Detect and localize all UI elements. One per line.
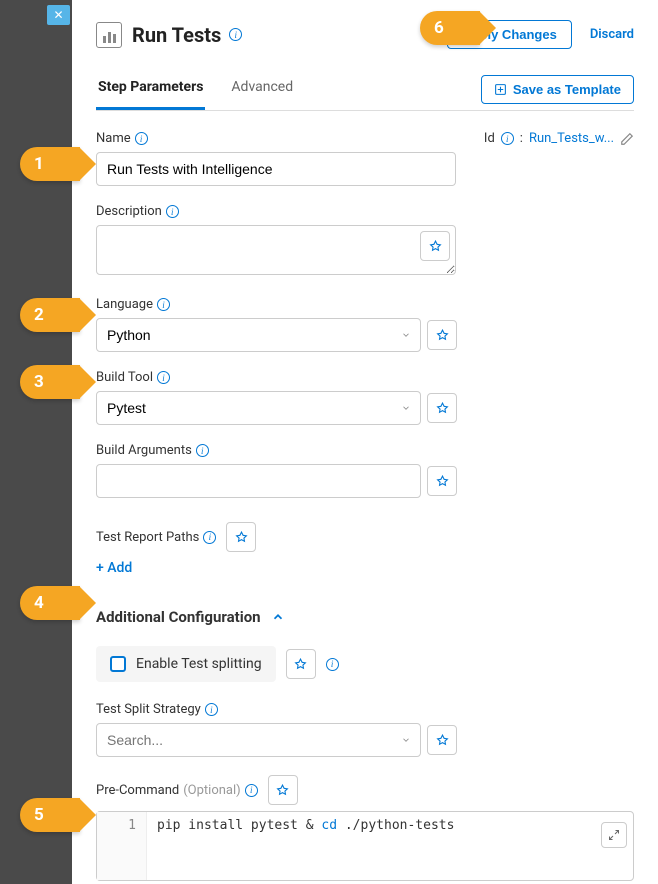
- pre-command-label: Pre-Command (Optional) i: [96, 783, 258, 798]
- test-split-strategy-label: Test Split Strategy i: [96, 702, 218, 717]
- save-as-template-button[interactable]: Save as Template: [481, 75, 634, 104]
- callout-4: 4: [20, 586, 80, 620]
- description-input[interactable]: [96, 225, 456, 275]
- chevron-down-icon: [401, 735, 411, 745]
- test-report-paths-label: Test Report Paths i: [96, 530, 216, 545]
- code-gutter: 1: [97, 812, 147, 880]
- callout-3: 3: [20, 365, 80, 399]
- pin-button[interactable]: [226, 522, 256, 552]
- info-icon[interactable]: i: [135, 132, 148, 145]
- template-icon: [494, 83, 507, 96]
- discard-link[interactable]: Discard: [590, 27, 634, 42]
- info-icon[interactable]: i: [203, 531, 216, 544]
- callout-5: 5: [20, 798, 80, 832]
- pin-button[interactable]: [427, 725, 457, 755]
- test-split-strategy-select[interactable]: [96, 723, 421, 757]
- language-label: Language i: [96, 297, 170, 312]
- callout-1: 1: [20, 147, 80, 181]
- pin-icon: [429, 240, 442, 253]
- info-icon[interactable]: i: [245, 784, 258, 797]
- info-icon[interactable]: i: [157, 298, 170, 311]
- pin-button[interactable]: [420, 231, 450, 261]
- enable-test-splitting-label: Enable Test splitting: [136, 656, 262, 672]
- pin-icon: [294, 658, 307, 671]
- additional-config-section-toggle[interactable]: Additional Configuration: [96, 608, 634, 626]
- info-icon[interactable]: i: [205, 703, 218, 716]
- pin-button[interactable]: [268, 775, 298, 805]
- info-icon[interactable]: i: [229, 28, 242, 41]
- pre-command-editor[interactable]: 1 pip install pytest & cd ./python-tests: [96, 811, 634, 881]
- info-icon[interactable]: i: [166, 205, 179, 218]
- build-tool-select[interactable]: Pytest: [96, 391, 421, 425]
- callout-6: 6: [420, 11, 480, 45]
- build-args-input[interactable]: [96, 464, 421, 498]
- description-label: Description i: [96, 204, 179, 219]
- page-title: Run Tests: [132, 23, 221, 47]
- tab-advanced[interactable]: Advanced: [229, 69, 295, 110]
- callout-2: 2: [20, 298, 80, 332]
- name-input[interactable]: [96, 152, 456, 186]
- add-path-link[interactable]: + Add: [96, 560, 132, 576]
- pin-button[interactable]: [427, 320, 457, 350]
- step-type-icon: [96, 22, 122, 48]
- close-tab[interactable]: ✕: [47, 5, 70, 25]
- chevron-down-icon: [401, 403, 411, 413]
- pin-icon: [436, 402, 449, 415]
- language-select[interactable]: Python: [96, 318, 421, 352]
- id-label: Id: [484, 131, 495, 146]
- info-icon[interactable]: i: [196, 444, 209, 457]
- pin-button[interactable]: [286, 649, 316, 679]
- chevron-up-icon: [271, 610, 285, 624]
- chevron-down-icon: [401, 330, 411, 340]
- pin-button[interactable]: [427, 466, 457, 496]
- tab-step-parameters[interactable]: Step Parameters: [96, 69, 205, 110]
- pin-icon: [436, 734, 449, 747]
- info-icon[interactable]: i: [501, 132, 514, 145]
- expand-icon: [608, 829, 620, 841]
- enable-test-splitting-checkbox[interactable]: [110, 656, 126, 672]
- pin-button[interactable]: [427, 393, 457, 423]
- build-args-label: Build Arguments i: [96, 443, 209, 458]
- edit-icon[interactable]: [620, 132, 634, 146]
- info-icon[interactable]: i: [157, 371, 170, 384]
- code-content[interactable]: pip install pytest & cd ./python-tests: [147, 812, 633, 880]
- pin-icon: [436, 329, 449, 342]
- pin-icon: [436, 475, 449, 488]
- expand-editor-button[interactable]: [601, 822, 627, 848]
- name-label: Name i: [96, 131, 148, 146]
- step-config-panel: Run Tests i Apply Changes Discard Step P…: [72, 0, 658, 884]
- info-icon[interactable]: i: [326, 658, 339, 671]
- build-tool-label: Build Tool i: [96, 370, 170, 385]
- id-value[interactable]: Run_Tests_w...: [529, 131, 614, 146]
- pin-icon: [235, 531, 248, 544]
- pin-icon: [276, 784, 289, 797]
